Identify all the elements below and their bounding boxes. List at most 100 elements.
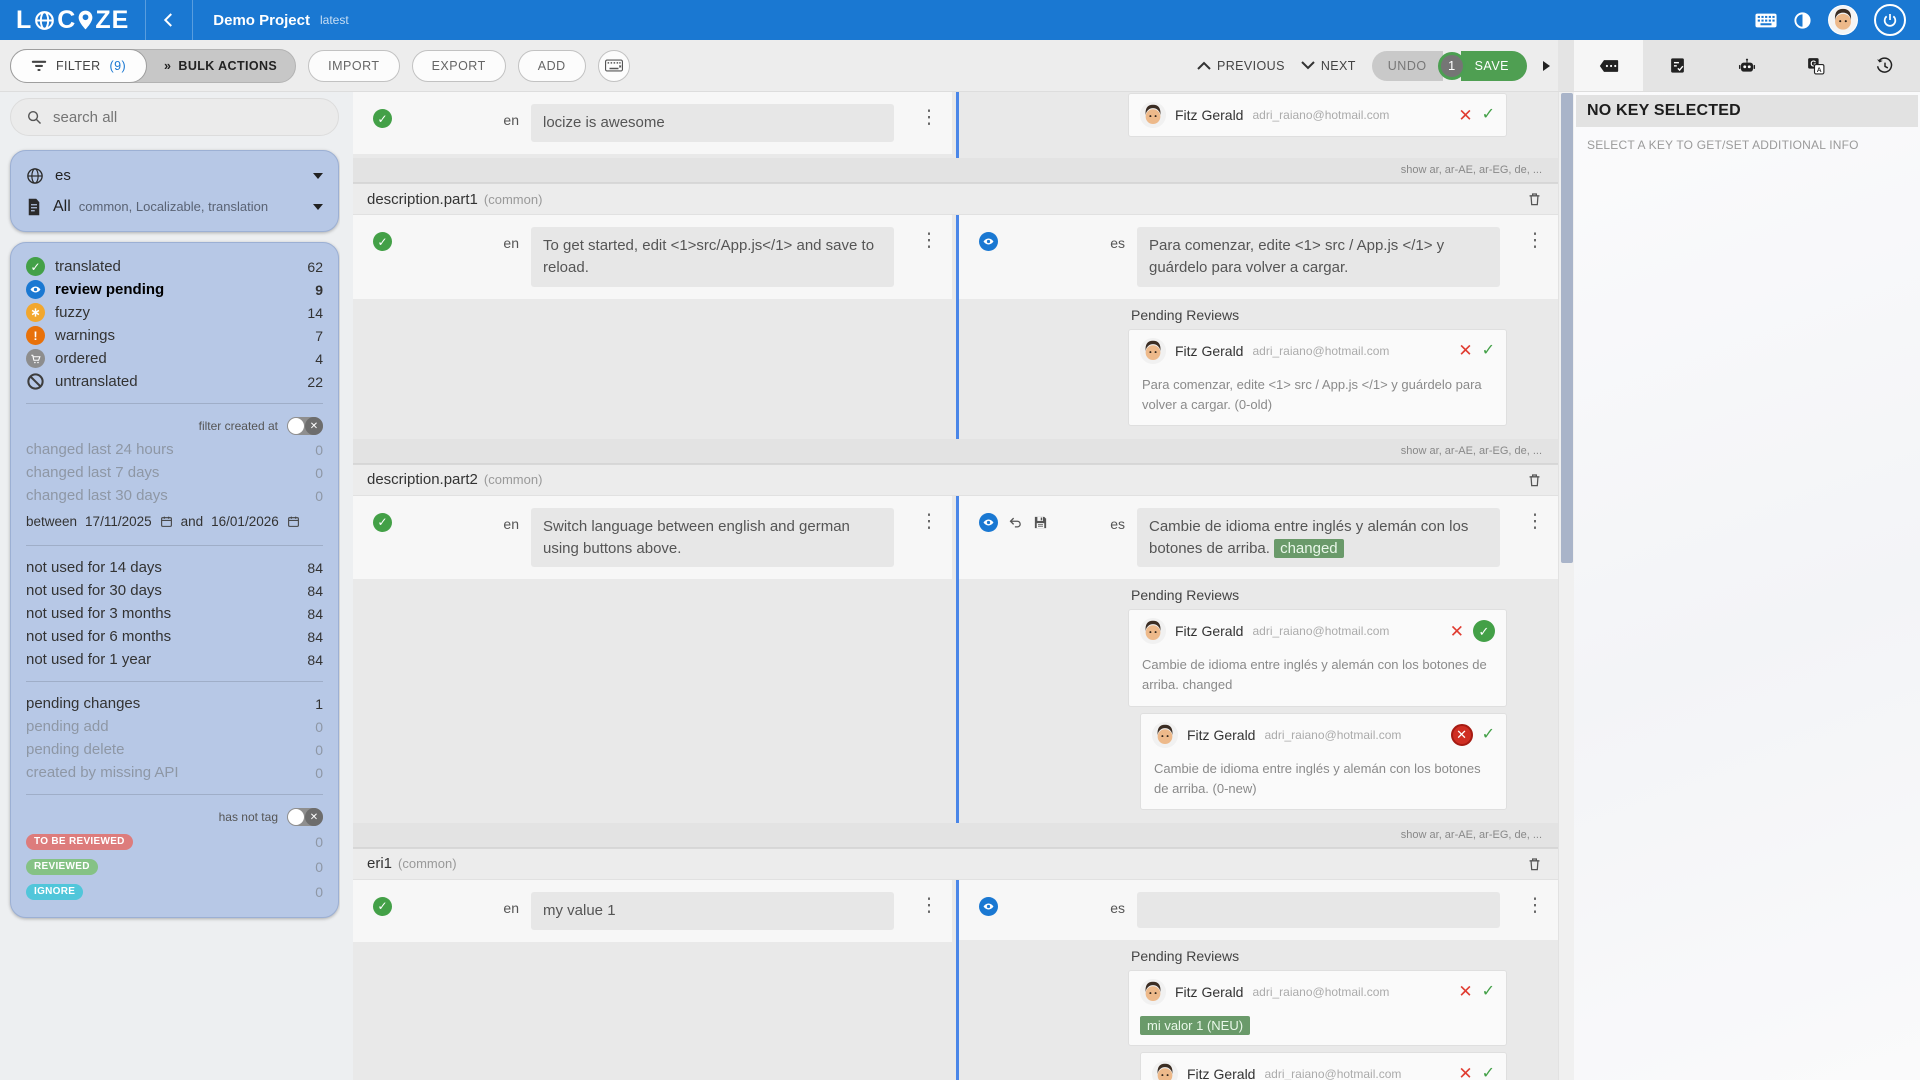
tab-history[interactable] — [1851, 40, 1920, 91]
expand-arrow-icon[interactable] — [1543, 61, 1550, 71]
filter-warnings[interactable]: ! warnings 7 — [26, 324, 323, 347]
previous-button[interactable]: PREVIOUS — [1197, 59, 1285, 73]
approve-review-icon[interactable]: ✓ — [1482, 727, 1495, 743]
filter-not-used-3m[interactable]: not used for 3 months 84 — [26, 602, 323, 625]
reviewer-email: adri_raiano@hotmail.com — [1264, 728, 1401, 742]
main-scrollbar[interactable] — [1558, 92, 1574, 1080]
back-button[interactable] — [146, 0, 192, 40]
bulk-actions-button[interactable]: » BULK ACTIONS — [146, 50, 295, 82]
date-from-field[interactable]: 17/11/2025 — [85, 514, 152, 529]
approve-review-icon[interactable]: ✓ — [1482, 107, 1495, 123]
import-button[interactable]: IMPORT — [308, 50, 399, 82]
calendar-icon[interactable] — [160, 515, 173, 528]
target-value-input[interactable] — [1137, 892, 1500, 928]
namespace-select[interactable]: All common, Localizable, translation — [26, 191, 323, 222]
filter-not-used-1y[interactable]: not used for 1 year 84 — [26, 648, 323, 671]
filter-changed-7d[interactable]: changed last 7 days 0 — [26, 461, 323, 484]
filter-button[interactable]: FILTER (9) — [10, 49, 147, 83]
show-more-languages[interactable]: show ar, ar-AE, ar-EG, de, ... — [353, 439, 1558, 464]
undo-button[interactable]: UNDO — [1372, 51, 1443, 81]
key-header: eri1 (common) — [353, 848, 1558, 880]
filter-not-used-30d[interactable]: not used for 30 days 84 — [26, 579, 323, 602]
filter-created-at-toggle[interactable]: ✕ — [287, 417, 323, 435]
filter-label: not used for 14 days — [26, 559, 162, 576]
search-box[interactable] — [10, 98, 339, 136]
filter-created-missing-api[interactable]: created by missing API 0 — [26, 761, 323, 784]
date-to-field[interactable]: 16/01/2026 — [211, 514, 279, 529]
has-not-tag-label: has not tag — [219, 810, 278, 824]
reviewer-name: Fitz Gerald — [1175, 107, 1243, 123]
row-menu-button[interactable]: ⋮ — [906, 892, 952, 915]
filter-pending-changes[interactable]: pending changes 1 — [26, 692, 323, 715]
tab-translate[interactable]: GA — [1782, 40, 1851, 91]
reject-review-icon[interactable]: ✕ — [1458, 983, 1472, 1000]
add-button[interactable]: ADD — [518, 50, 586, 82]
source-value-input[interactable]: locize is awesome — [531, 104, 894, 142]
row-menu-button[interactable]: ⋮ — [906, 104, 952, 127]
reject-review-selected-icon[interactable]: ✕ — [1451, 724, 1473, 746]
source-value-input[interactable]: Switch language between english and germ… — [531, 508, 894, 568]
filter-pending-delete[interactable]: pending delete 0 — [26, 738, 323, 761]
approve-review-icon[interactable]: ✓ — [1482, 984, 1495, 1000]
scrollbar-thumb[interactable] — [1561, 93, 1573, 563]
row-menu-button[interactable]: ⋮ — [1512, 508, 1558, 531]
logo-letter: L — [16, 6, 32, 35]
tab-key-info[interactable] — [1574, 40, 1643, 91]
keyboard-mode-button[interactable] — [598, 50, 630, 82]
filter-tag-to-be-reviewed[interactable]: TO BE REVIEWED 0 — [26, 829, 323, 854]
filter-not-used-6m[interactable]: not used for 6 months 84 — [26, 625, 323, 648]
filter-fuzzy[interactable]: fuzzy 14 — [26, 301, 323, 324]
target-value-input[interactable]: Para comenzar, edite <1> src / App.js </… — [1137, 227, 1500, 287]
filter-tag-ignore[interactable]: IGNORE 0 — [26, 879, 323, 904]
filter-changed-30d[interactable]: changed last 30 days 0 — [26, 484, 323, 507]
has-not-tag-toggle[interactable]: ✕ — [287, 808, 323, 826]
user-avatar[interactable] — [1828, 5, 1858, 35]
target-value-input[interactable]: Cambie de idioma entre inglés y alemán c… — [1137, 508, 1500, 568]
row-menu-button[interactable]: ⋮ — [906, 508, 952, 531]
reviewer-email: adri_raiano@hotmail.com — [1252, 985, 1389, 999]
chevron-left-icon — [160, 11, 178, 29]
filter-pending-add[interactable]: pending add 0 — [26, 715, 323, 738]
tab-review-tasks[interactable] — [1643, 40, 1712, 91]
source-value-input[interactable]: To get started, edit <1>src/App.js</1> a… — [531, 227, 894, 287]
keyboard-shortcuts-icon[interactable] — [1755, 13, 1777, 28]
next-button[interactable]: NEXT — [1301, 59, 1356, 73]
reject-review-icon[interactable]: ✕ — [1458, 1065, 1472, 1080]
delete-key-button[interactable] — [1525, 854, 1544, 874]
filter-review-pending[interactable]: review pending 9 — [26, 278, 323, 301]
delete-key-button[interactable] — [1525, 189, 1544, 209]
filter-translated[interactable]: ✓ translated 62 — [26, 255, 323, 278]
approve-review-icon[interactable]: ✓ — [1482, 343, 1495, 359]
tab-machine-translation[interactable] — [1712, 40, 1781, 91]
search-input[interactable] — [53, 109, 323, 126]
reject-review-icon[interactable]: ✕ — [1450, 623, 1464, 640]
delete-key-button[interactable] — [1525, 470, 1544, 490]
reject-review-icon[interactable]: ✕ — [1458, 342, 1472, 359]
logout-power-button[interactable] — [1874, 4, 1906, 36]
filter-untranslated[interactable]: untranslated 22 — [26, 370, 323, 393]
untranslated-icon — [26, 372, 45, 391]
locize-logo[interactable]: L C ZE — [0, 6, 145, 35]
theme-contrast-icon[interactable] — [1793, 11, 1812, 30]
save-change-icon[interactable] — [1033, 515, 1048, 530]
filter-changed-24h[interactable]: changed last 24 hours 0 — [26, 438, 323, 461]
calendar-icon[interactable] — [287, 515, 300, 528]
between-label: between — [26, 514, 77, 529]
undo-change-icon[interactable] — [1007, 515, 1024, 530]
filter-tag-reviewed[interactable]: REVIEWED 0 — [26, 854, 323, 879]
row-menu-button[interactable]: ⋮ — [906, 227, 952, 250]
show-more-languages[interactable]: show ar, ar-AE, ar-EG, de, ... — [353, 823, 1558, 848]
approve-review-selected-icon[interactable]: ✓ — [1473, 620, 1495, 642]
save-button[interactable]: SAVE — [1461, 51, 1527, 81]
approve-review-icon[interactable]: ✓ — [1482, 1066, 1495, 1080]
filter-ordered[interactable]: ordered 4 — [26, 347, 323, 370]
reject-review-icon[interactable]: ✕ — [1458, 107, 1472, 124]
source-value-input[interactable]: my value 1 — [531, 892, 894, 930]
key-section-intro: ✓ en locize is awesome ⋮ Fitz Gerald — [353, 92, 1558, 158]
language-select[interactable]: es — [26, 160, 323, 191]
row-menu-button[interactable]: ⋮ — [1512, 227, 1558, 250]
row-menu-button[interactable]: ⋮ — [1512, 892, 1558, 915]
show-more-languages[interactable]: show ar, ar-AE, ar-EG, de, ... — [353, 158, 1558, 183]
filter-not-used-14d[interactable]: not used for 14 days 84 — [26, 556, 323, 579]
export-button[interactable]: EXPORT — [412, 50, 506, 82]
